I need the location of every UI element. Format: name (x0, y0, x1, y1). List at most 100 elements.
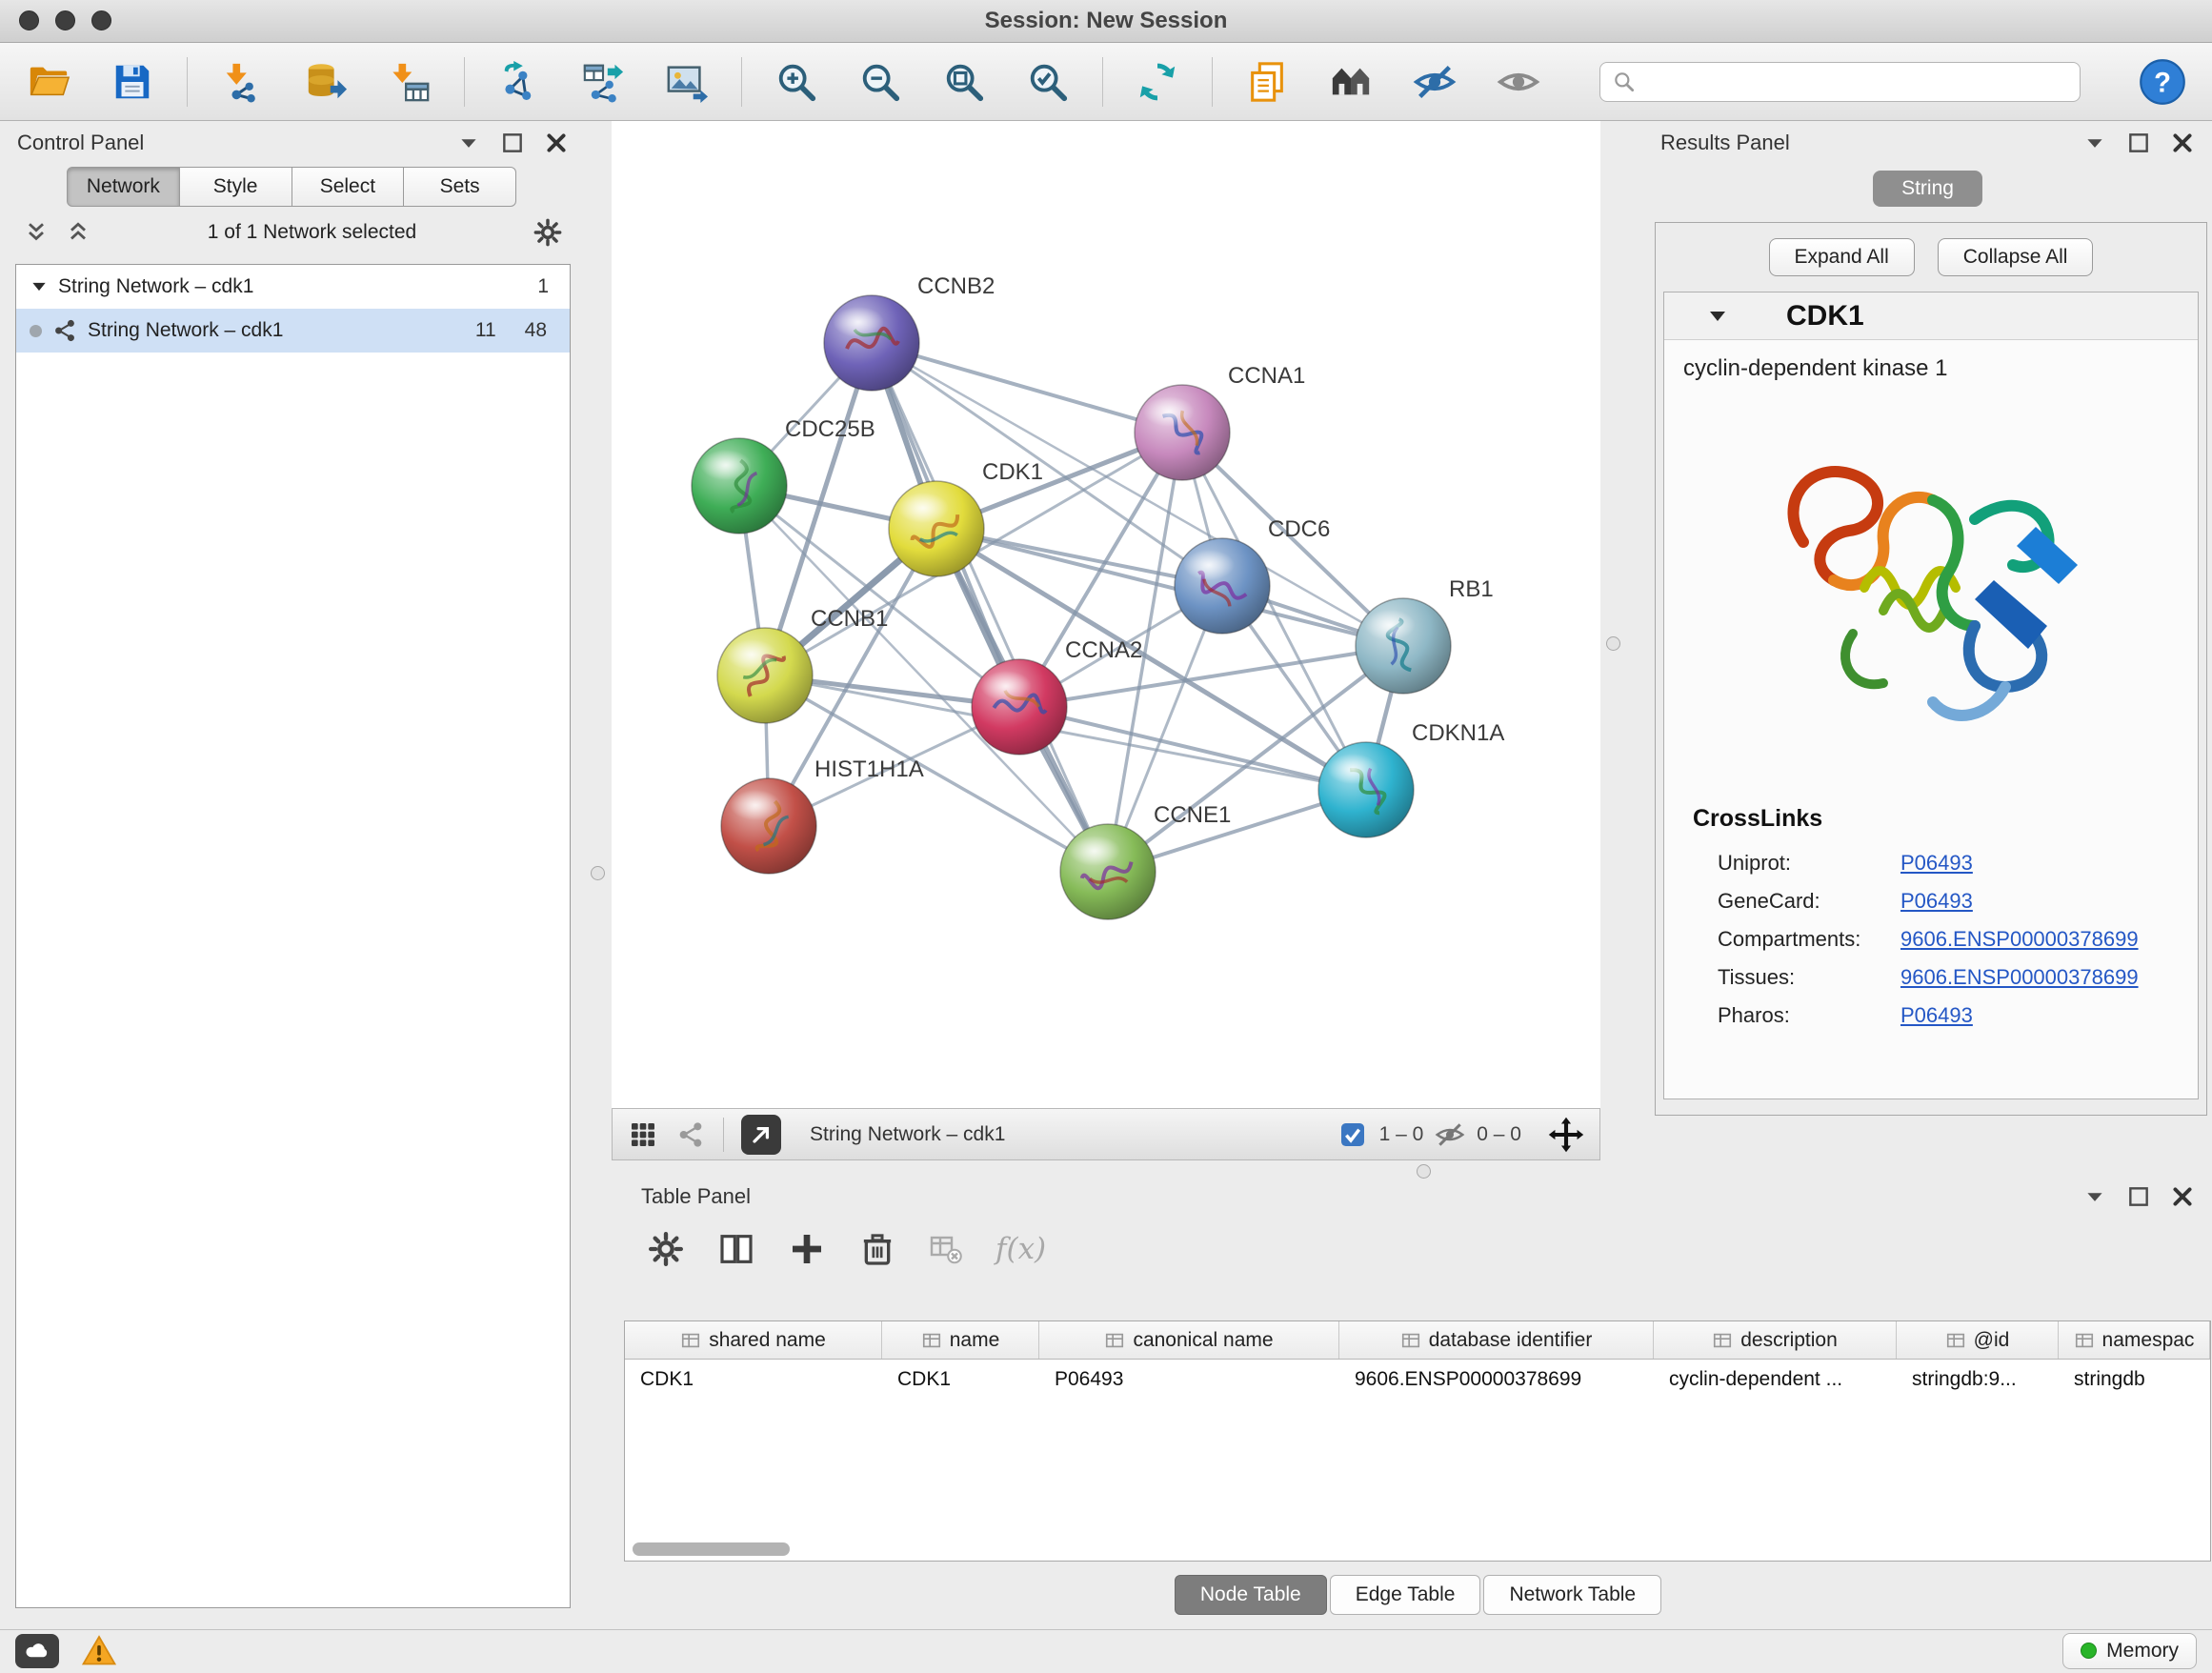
show-hidden-button[interactable] (1495, 58, 1542, 106)
export-image-button[interactable] (663, 58, 711, 106)
search-input[interactable] (1644, 71, 2068, 93)
splitter-handle[interactable] (1417, 1164, 1431, 1179)
network-overview-icon[interactable] (675, 1119, 706, 1150)
tab-select[interactable]: Select (292, 167, 405, 207)
toolbar-separator (187, 57, 188, 107)
zoom-selected-button[interactable] (1024, 58, 1072, 106)
float-panel-icon[interactable] (500, 131, 525, 155)
close-panel-icon[interactable] (544, 131, 569, 155)
panel-menu-icon[interactable] (2082, 131, 2107, 155)
zoom-fit-button[interactable] (940, 58, 988, 106)
show-columns-icon[interactable] (717, 1230, 755, 1268)
column-header[interactable]: database identifier (1339, 1321, 1654, 1359)
svg-text:CDK1: CDK1 (982, 459, 1043, 485)
compartments-link[interactable]: 9606.ENSP00000378699 (1900, 927, 2139, 952)
main-toolbar: ? (0, 43, 2212, 121)
search-box[interactable] (1599, 62, 2081, 102)
splitter-handle[interactable] (1606, 636, 1620, 651)
network-label: String Network – cdk1 (88, 319, 283, 342)
tab-string[interactable]: String (1873, 171, 1982, 207)
tab-sets[interactable]: Sets (404, 167, 516, 207)
expand-all-icon[interactable] (65, 219, 91, 246)
window-controls[interactable] (19, 10, 111, 30)
gene-card-header[interactable]: CDK1 (1664, 292, 2198, 340)
add-column-button[interactable] (788, 1230, 826, 1268)
column-type-icon (921, 1330, 942, 1351)
column-header[interactable]: namespac (2059, 1321, 2210, 1359)
node-table[interactable]: shared name name canonical name database… (624, 1320, 2211, 1562)
delete-column-icon[interactable] (858, 1230, 896, 1268)
import-table-file-button[interactable] (386, 58, 433, 106)
zoom-in-button[interactable] (773, 58, 820, 106)
cell-name: CDK1 (882, 1368, 1039, 1391)
grid-view-icon[interactable] (628, 1119, 658, 1150)
cloud-button[interactable] (15, 1634, 59, 1668)
collapse-all-icon[interactable] (23, 219, 50, 246)
panel-menu-icon[interactable] (2082, 1184, 2107, 1209)
column-header[interactable]: shared name (625, 1321, 882, 1359)
hide-selected-button[interactable] (1411, 58, 1458, 106)
tab-network-table[interactable]: Network Table (1483, 1575, 1661, 1615)
tab-network[interactable]: Network (67, 167, 180, 207)
zoom-fit-icon (942, 60, 986, 104)
table-row[interactable]: CDK1 CDK1 P06493 9606.ENSP00000378699 cy… (625, 1360, 2210, 1400)
pharos-link[interactable]: P06493 (1900, 1003, 1973, 1028)
string-results-box: Expand All Collapse All CDK1 cyclin-depe… (1655, 222, 2207, 1116)
save-session-button[interactable] (109, 58, 156, 106)
tab-edge-table[interactable]: Edge Table (1330, 1575, 1481, 1615)
uniprot-link[interactable]: P06493 (1900, 851, 1973, 876)
tissues-link[interactable]: 9606.ENSP00000378699 (1900, 965, 2139, 990)
show-all-button[interactable] (1327, 58, 1375, 106)
tab-node-table[interactable]: Node Table (1175, 1575, 1327, 1615)
copy-document-button[interactable] (1243, 58, 1291, 106)
column-type-icon (680, 1330, 701, 1351)
collapse-all-button[interactable]: Collapse All (1938, 238, 2094, 276)
tree-network-row[interactable]: String Network – cdk1 11 48 (16, 309, 570, 353)
memory-button[interactable]: Memory (2062, 1633, 2197, 1669)
column-header[interactable]: @id (1897, 1321, 2059, 1359)
import-network-file-button[interactable] (218, 58, 266, 106)
table-settings-gear-icon[interactable] (647, 1230, 685, 1268)
close-panel-icon[interactable] (2170, 1184, 2195, 1209)
network-canvas[interactable]: CCNB2CCNA1CDC25BCDK1CDC6RB1CCNB1CCNA2CDK… (612, 121, 1600, 1108)
current-network-bullet (30, 325, 42, 337)
detach-view-button[interactable] (741, 1115, 781, 1155)
genecard-link[interactable]: P06493 (1900, 889, 1973, 914)
hidden-eye-icon[interactable] (1435, 1119, 1465, 1150)
float-panel-icon[interactable] (2126, 1184, 2151, 1209)
network-from-table-button[interactable] (579, 58, 627, 106)
close-window-button[interactable] (19, 10, 39, 30)
cell-namespace: stringdb (2059, 1368, 2210, 1391)
zoom-out-button[interactable] (856, 58, 904, 106)
apply-layout-button[interactable] (1134, 58, 1181, 106)
svg-text:CDC25B: CDC25B (785, 416, 875, 442)
cloud-icon (23, 1637, 51, 1665)
horizontal-scrollbar[interactable] (633, 1542, 790, 1556)
column-header[interactable]: description (1654, 1321, 1897, 1359)
minimize-window-button[interactable] (55, 10, 75, 30)
pan-tool-icon[interactable] (1548, 1117, 1584, 1153)
new-network-icon (497, 60, 541, 104)
crosslink-row: GeneCard: P06493 (1664, 882, 2198, 920)
column-header[interactable]: canonical name (1039, 1321, 1339, 1359)
panel-menu-icon[interactable] (456, 131, 481, 155)
memory-status-dot (2081, 1643, 2097, 1659)
help-button[interactable]: ? (2138, 57, 2187, 107)
new-network-button[interactable] (495, 58, 543, 106)
tree-root-row[interactable]: String Network – cdk1 1 (16, 265, 570, 309)
open-session-button[interactable] (25, 58, 72, 106)
import-network-database-button[interactable] (302, 58, 350, 106)
close-panel-icon[interactable] (2170, 131, 2195, 155)
gear-icon[interactable] (533, 217, 563, 248)
tab-style[interactable]: Style (180, 167, 292, 207)
float-panel-icon[interactable] (2126, 131, 2151, 155)
splitter-handle[interactable] (591, 866, 605, 880)
selected-checkbox-icon[interactable] (1337, 1119, 1368, 1150)
expand-all-button[interactable]: Expand All (1769, 238, 1915, 276)
tree-expand-icon[interactable] (30, 277, 49, 296)
column-header[interactable]: name (882, 1321, 1039, 1359)
zoom-window-button[interactable] (91, 10, 111, 30)
results-panel: Results Panel String Expand All Collapse… (1643, 121, 2212, 1175)
collapse-gene-icon[interactable] (1706, 305, 1729, 328)
warning-icon[interactable] (82, 1634, 116, 1668)
